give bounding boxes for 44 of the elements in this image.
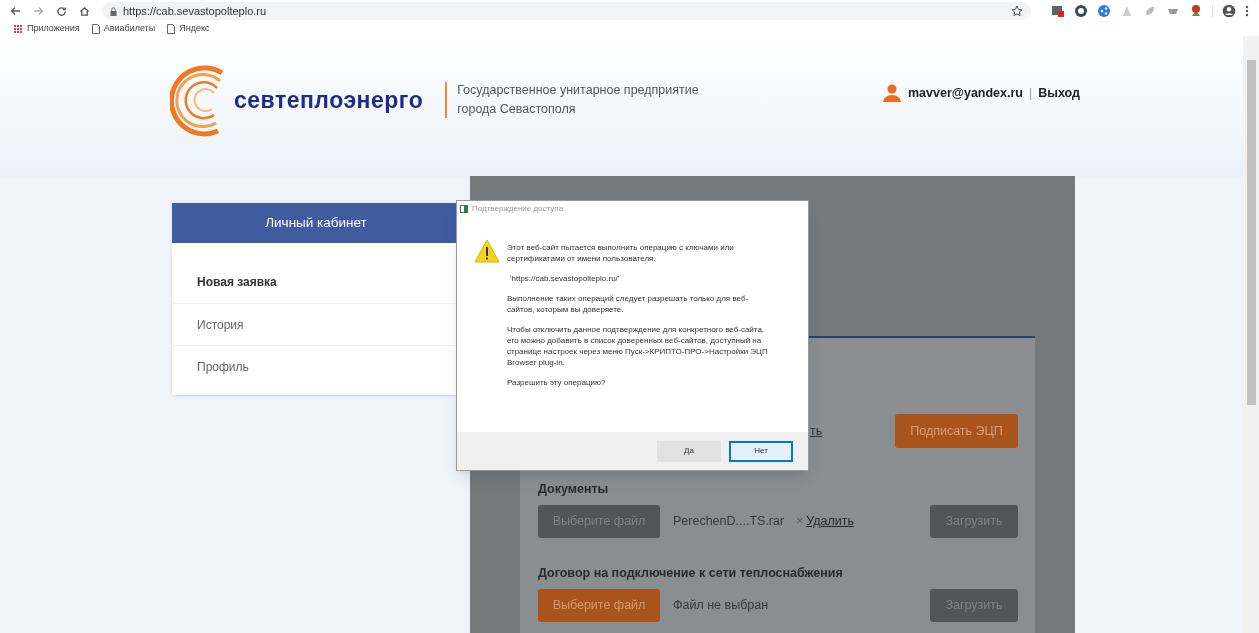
profile-icon[interactable] (1222, 4, 1236, 18)
dialog-text: Чтобы отключить данное подтверждение для конкретного веб-сайта, его можно добавить в список доверенных веб-сайтов, доступный на странице настроек через меню Пуск->КРИПТО-ПРО->Настройки ЭЦП Browser plug-in. (507, 324, 769, 368)
menu-icon[interactable] (1245, 5, 1249, 17)
file-name: PerechenD....TS.rar (673, 512, 785, 530)
address-bar[interactable]: https://cab.sevastopolteplo.ru (102, 2, 1031, 20)
sidebar-item[interactable]: Новая заявка (172, 261, 460, 303)
lock-icon (110, 6, 117, 16)
home-icon[interactable] (79, 5, 90, 17)
tagline-text: Государственное унитарное предприятие (457, 82, 699, 99)
share-icon[interactable] (1097, 4, 1111, 18)
bookmark[interactable]: Яндекс (167, 22, 210, 36)
user-email: mavver@yandex.ru (907, 84, 1023, 102)
star-icon[interactable] (1011, 5, 1023, 17)
reload-icon[interactable] (56, 5, 67, 17)
separator-text: | (1029, 84, 1033, 102)
logout-link[interactable]: Выход (1038, 83, 1080, 103)
warning-icon (474, 239, 500, 263)
page-icon (91, 24, 100, 34)
url-text: https://cab.sevastopolteplo.ru (123, 3, 267, 19)
window-icon (460, 205, 468, 213)
bookmark[interactable]: Приложения (14, 22, 80, 36)
remove-icon: × (796, 512, 804, 531)
dialog-title: Подтверждение доступа (472, 203, 564, 215)
pin-icon[interactable] (1189, 4, 1203, 18)
bookmark[interactable]: Авиабилеты (91, 22, 156, 36)
dialog-button[interactable]: Да (657, 440, 721, 462)
file-name: Файл не выбран (673, 596, 769, 614)
back-icon[interactable] (10, 6, 21, 16)
extension-icon[interactable] (1051, 4, 1065, 18)
section-title: Документы (538, 481, 610, 498)
page-icon (167, 24, 176, 34)
dialog-text: Этот веб-сайт пытается выполнить операцию с ключами или сертификатами от имени пользователя. (507, 242, 735, 264)
user-icon (881, 84, 902, 102)
link-text[interactable]: ть (810, 421, 823, 441)
tagline-text: города Севастополя (457, 101, 577, 118)
scrollbar[interactable] (1243, 36, 1259, 633)
dialog-text: Разрешить эту операцию? (507, 377, 607, 388)
remove-link[interactable]: Удалить (806, 511, 854, 531)
brand-name: севтеплоэнерго (234, 85, 424, 115)
dialog-text: 'https://cab.sevastopolteplo.ru/' (509, 273, 621, 284)
section-title: Договор на подключение к сети теплоснабжения (538, 564, 844, 582)
apps-icon (14, 24, 23, 34)
dialog-button[interactable]: Нет (729, 440, 793, 462)
dialog-text: Выполнение таких операций следует разрешать только для веб-сайтов, которым вы доверяете. (507, 293, 750, 315)
